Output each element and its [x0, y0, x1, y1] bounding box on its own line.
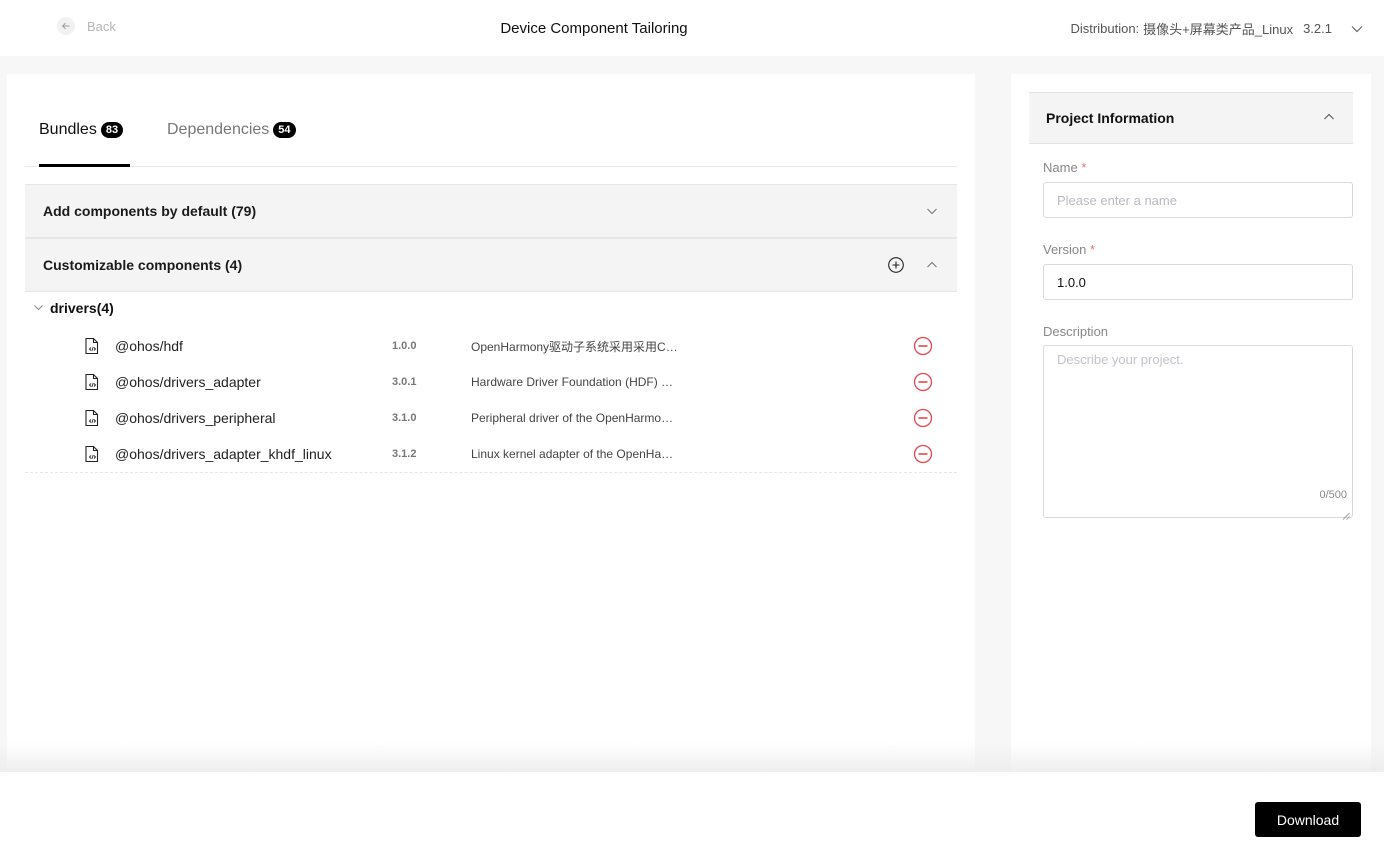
name-input[interactable]	[1043, 182, 1353, 218]
version-input[interactable]	[1043, 264, 1353, 300]
chevron-down-icon[interactable]	[1350, 22, 1364, 36]
component-name[interactable]: @ohos/hdf	[115, 338, 183, 354]
tab-label: Bundles	[39, 121, 97, 138]
component-description: OpenHarmony驱动子系统采用采用C…	[471, 339, 678, 354]
plus-circle-icon[interactable]	[887, 256, 905, 274]
tab-dependencies[interactable]: Dependencies 54	[167, 121, 296, 139]
tab-label: Dependencies	[167, 121, 270, 138]
component-row: @ohos/drivers_peripheral 3.1.0 Periphera…	[25, 400, 957, 436]
components-panel: Bundles 83 Dependencies 54 Add component…	[7, 74, 975, 772]
count-badge: 83	[100, 122, 124, 138]
group-drivers-toggle[interactable]: drivers(4)	[33, 300, 114, 316]
name-label: Name *	[1043, 160, 1087, 175]
code-file-icon	[83, 445, 101, 463]
chevron-down-icon[interactable]	[923, 202, 941, 220]
footer-bar: Download	[0, 772, 1384, 861]
tab-bar: Bundles 83 Dependencies 54	[25, 74, 957, 167]
component-description: Linux kernel adapter of the OpenHa…	[471, 447, 674, 461]
component-name[interactable]: @ohos/drivers_peripheral	[115, 410, 276, 426]
required-mark: *	[1090, 242, 1096, 257]
chevron-up-icon[interactable]	[923, 256, 941, 274]
component-row: @ohos/drivers_adapter 3.0.1 Hardware Dri…	[25, 364, 957, 400]
component-version: 1.0.0	[392, 340, 417, 352]
description-field: 0/500	[1043, 345, 1353, 520]
chevron-up-icon[interactable]	[1323, 110, 1335, 128]
component-row: @ohos/drivers_adapter_khdf_linux 3.1.2 L…	[25, 436, 957, 472]
chevron-down-icon	[33, 300, 44, 316]
component-description: Peripheral driver of the OpenHarmo…	[471, 411, 674, 425]
active-tab-indicator	[39, 164, 130, 167]
tab-bundles[interactable]: Bundles 83	[39, 121, 124, 139]
distribution-label: Distribution:	[1070, 21, 1140, 36]
component-description: Hardware Driver Foundation (HDF) …	[471, 375, 674, 389]
project-info-title: Project Information	[1046, 110, 1175, 126]
group-label: drivers(4)	[50, 300, 114, 316]
remove-circle-icon[interactable]	[913, 408, 933, 428]
description-textarea[interactable]	[1044, 346, 1352, 517]
remove-circle-icon[interactable]	[913, 444, 933, 464]
distribution-selector[interactable]: Distribution: 摄像头+屏幕类产品_Linux 3.2.1	[1071, 19, 1364, 38]
component-version: 3.1.0	[392, 412, 417, 424]
character-counter: 0/500	[1319, 489, 1347, 501]
component-name[interactable]: @ohos/drivers_adapter	[115, 374, 261, 390]
required-mark: *	[1081, 160, 1087, 175]
component-version: 3.0.1	[392, 376, 417, 388]
download-button[interactable]: Download	[1255, 802, 1361, 837]
remove-circle-icon[interactable]	[913, 336, 933, 356]
resize-handle-icon[interactable]	[1342, 507, 1350, 520]
distribution-version: 3.2.1	[1303, 21, 1332, 36]
component-name[interactable]: @ohos/drivers_adapter_khdf_linux	[115, 446, 332, 462]
component-version: 3.1.2	[392, 448, 417, 460]
code-file-icon	[83, 373, 101, 391]
remove-circle-icon[interactable]	[913, 372, 933, 392]
section-title: Customizable components (4)	[43, 257, 243, 273]
component-row: @ohos/hdf 1.0.0 OpenHarmony驱动子系统采用采用C…	[25, 328, 957, 364]
code-file-icon	[83, 409, 101, 427]
section-title: Add components by default (79)	[43, 203, 257, 219]
distribution-value: 摄像头+屏幕类产品_Linux	[1143, 22, 1294, 37]
page-title: Device Component Tailoring	[500, 20, 688, 37]
project-info-header[interactable]: Project Information	[1029, 92, 1353, 144]
code-file-icon	[83, 337, 101, 355]
version-label: Version *	[1043, 242, 1096, 257]
top-bar: Back Device Component Tailoring Distribu…	[0, 0, 1384, 56]
project-info-panel: Project Information Name * Version * Des…	[1011, 74, 1371, 772]
default-components-section[interactable]: Add components by default (79)	[25, 184, 957, 238]
customizable-components-section[interactable]: Customizable components (4)	[25, 238, 957, 292]
component-list: @ohos/hdf 1.0.0 OpenHarmony驱动子系统采用采用C… @…	[25, 328, 957, 473]
description-label: Description	[1043, 324, 1109, 339]
count-badge: 54	[273, 122, 296, 138]
